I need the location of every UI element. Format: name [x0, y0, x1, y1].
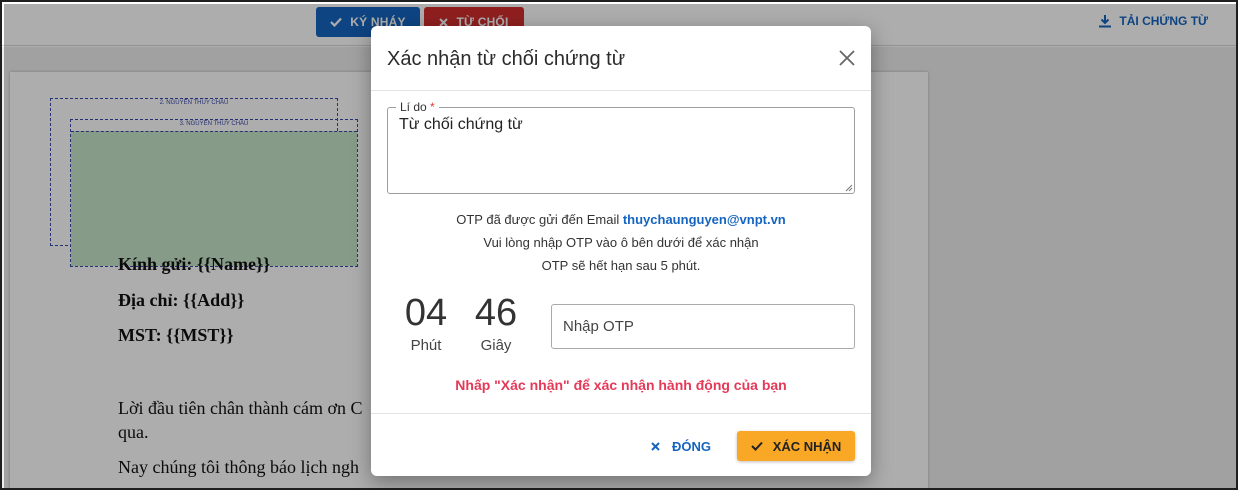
close-icon[interactable]	[837, 48, 857, 68]
otp-instruction: Vui lòng nhập OTP vào ô bên dưới để xác …	[483, 235, 759, 250]
close-button[interactable]: ĐÓNG	[643, 431, 719, 461]
otp-input[interactable]	[551, 304, 855, 349]
check-icon	[750, 441, 763, 451]
timer-seconds-label: Giây	[480, 337, 512, 354]
timer-minutes-label: Phút	[410, 337, 442, 354]
otp-expiry: OTP sẽ hết hạn sau 5 phút.	[541, 258, 701, 273]
dialog-header-divider	[371, 90, 871, 91]
timer-seconds: 46	[474, 292, 518, 334]
confirm-hint: Nhấp "Xác nhận" để xác nhận hành động củ…	[455, 377, 787, 393]
confirm-button-label: XÁC NHẬN	[772, 438, 842, 454]
reject-confirmation-dialog: Xác nhận từ chối chứng từ Lí do * Từ chố…	[371, 26, 871, 476]
confirm-button[interactable]: XÁC NHẬN	[737, 431, 855, 461]
otp-email: thuychaunguyen@vnpt.vn	[622, 212, 786, 227]
dialog-title: Xác nhận từ chối chứng từ	[387, 48, 626, 70]
otp-sent-prefix: OTP đã được gửi đến Email	[456, 212, 620, 227]
x-icon	[651, 441, 660, 451]
dialog-footer-divider	[371, 413, 871, 414]
close-button-label: ĐÓNG	[672, 438, 711, 454]
otp-sent-message: OTP đã được gửi đến Email thuychaunguyen…	[371, 212, 871, 227]
timer-minutes: 04	[404, 292, 448, 334]
reason-textarea[interactable]: Từ chối chứng từ	[388, 108, 854, 193]
reason-field: Lí do * Từ chối chứng từ	[387, 100, 855, 194]
resize-grip-icon[interactable]	[845, 184, 853, 192]
